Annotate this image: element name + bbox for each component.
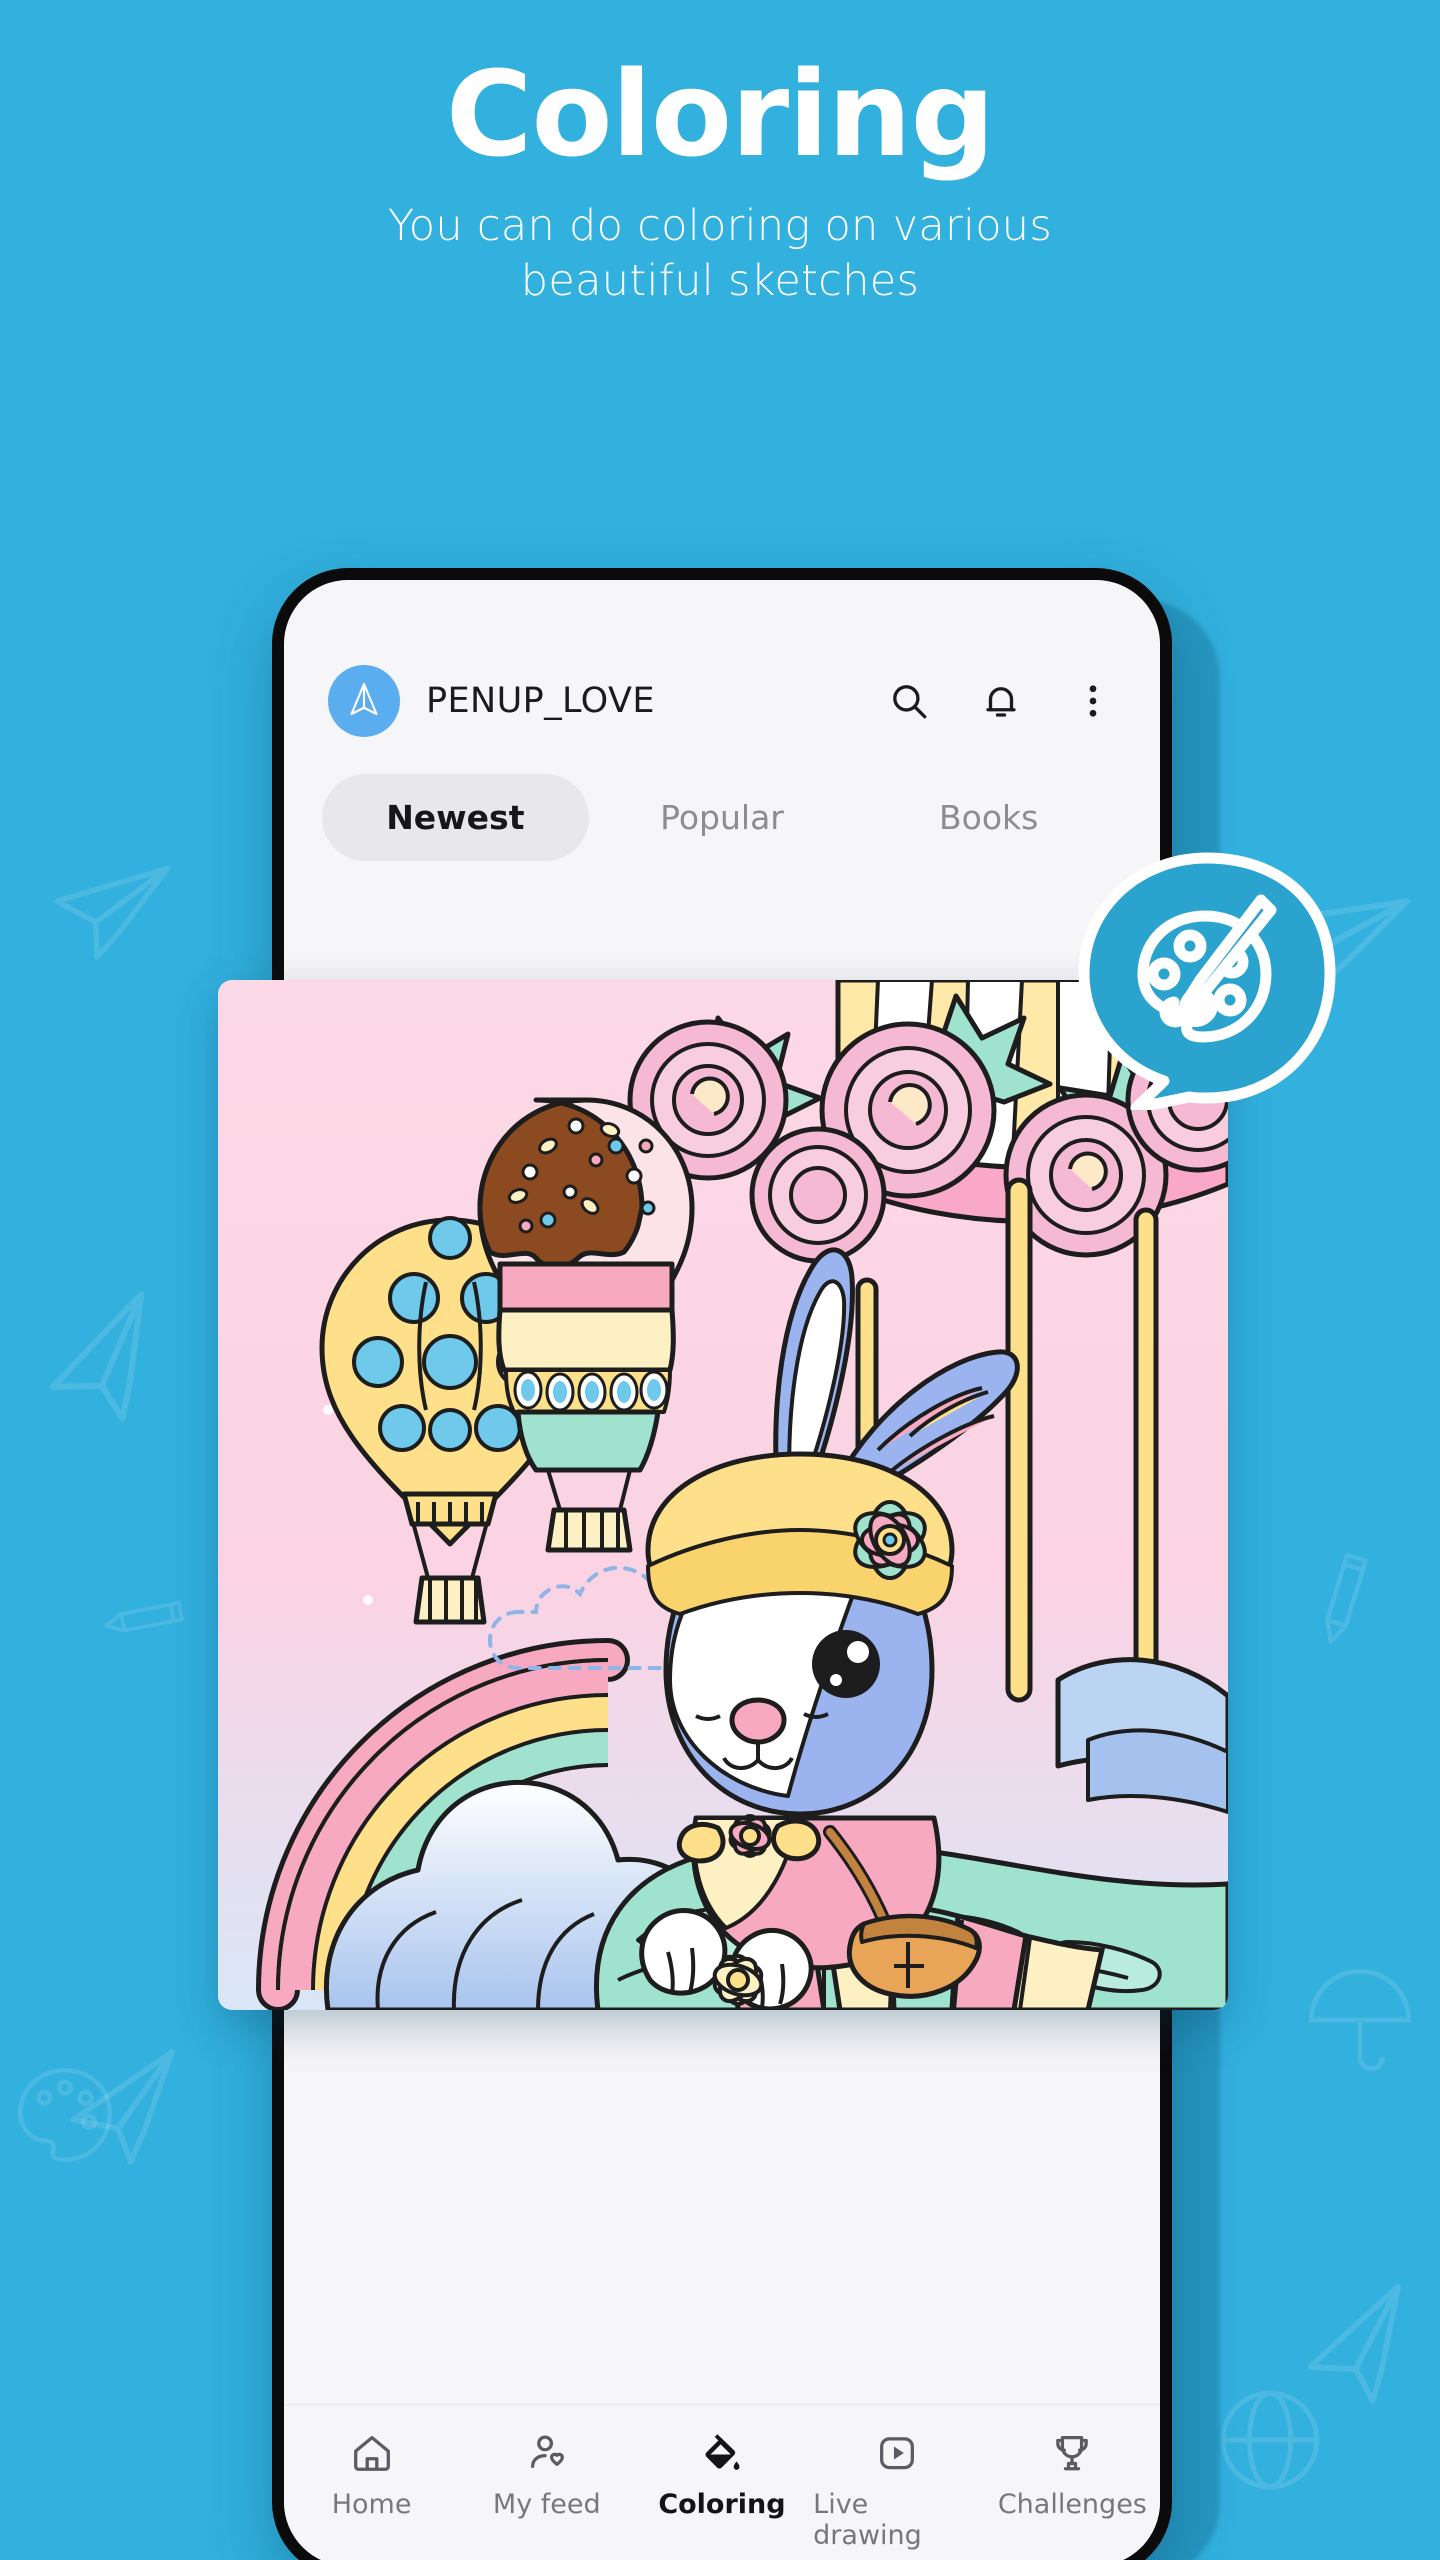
tab-popular[interactable]: Popular [589,774,856,861]
header-actions [886,678,1116,724]
pencil-doodle-icon [82,1552,214,1684]
nav-item-challenges[interactable]: Challenges [988,2427,1156,2520]
umbrella-doodle-icon [1300,1960,1420,2080]
paper-plane-doodle-icon [1275,2265,1440,2435]
home-icon [349,2427,395,2479]
nav-label: Live drawing [813,2489,922,2551]
tab-newest[interactable]: Newest [322,774,589,861]
more-vertical-icon[interactable] [1070,678,1116,724]
penup-plane-icon [344,679,384,724]
bunny-hot-air-balloon-carousel-artwork [218,980,1228,2010]
search-icon[interactable] [886,678,932,724]
nav-item-my-feed[interactable]: My feed [463,2427,631,2520]
username-label: PENUP_LOVE [426,681,655,721]
hero-subtitle-line-1: You can do coloring on various [387,201,1053,252]
app-header: PENUP_LOVE [284,580,1160,737]
bell-icon[interactable] [978,678,1024,724]
paint-palette-brush-icon [1078,852,1336,1114]
paper-plane-doodle-icon [10,1270,199,1459]
paper-plane-doodle-icon [27,827,187,987]
play-square-icon [874,2427,920,2479]
category-tabs: Newest Popular Books [284,774,1160,861]
paper-plane-doodle-icon [48,2033,202,2187]
hero-subtitle: You can do coloring on various beautiful… [0,199,1440,309]
nav-label: My feed [492,2489,601,2520]
trophy-icon [1049,2427,1095,2479]
pencil-doodle-icon [1271,1521,1420,1670]
person-heart-icon [524,2427,570,2479]
page-title: Coloring [445,45,995,183]
paint-bucket-icon [699,2427,745,2479]
bottom-navigation: Home My feed Coloring Live drawing Chall… [284,2404,1160,2560]
nav-item-coloring[interactable]: Coloring [638,2427,806,2520]
featured-artwork-card[interactable] [218,980,1228,2010]
avatar[interactable] [328,665,400,737]
palette-badge[interactable] [1078,852,1336,1114]
nav-label: Home [331,2489,412,2520]
nav-item-home[interactable]: Home [288,2427,456,2520]
nav-label: Coloring [658,2489,786,2520]
nav-item-live-drawing[interactable]: Live drawing [813,2427,981,2551]
hero-subtitle-line-2: beautiful sketches [520,256,920,307]
tab-books[interactable]: Books [855,774,1122,861]
nav-label: Challenges [997,2489,1147,2520]
palette-doodle-icon [10,2060,120,2170]
globe-doodle-icon [1210,2380,1330,2500]
hero-section: Coloring You can do coloring on various … [0,0,1440,309]
